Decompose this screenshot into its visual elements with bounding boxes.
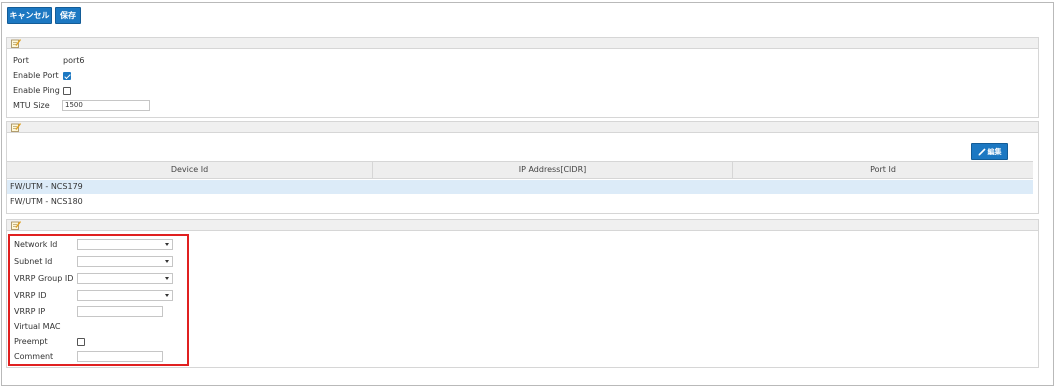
table-row[interactable]: FW/UTM - NCS179 <box>7 180 1033 194</box>
enable-ping-checkbox[interactable] <box>63 87 71 95</box>
vrrp-id-label: VRRP ID <box>14 291 47 300</box>
vrrp-group-id-label: VRRP Group ID <box>14 274 74 283</box>
enable-port-label: Enable Port <box>13 71 59 80</box>
port-settings-panel <box>6 37 1039 118</box>
vrrp-ip-input[interactable] <box>77 306 163 317</box>
enable-ping-label: Enable Ping <box>13 86 60 95</box>
device-id-cell: FW/UTM - NCS179 <box>10 182 83 191</box>
network-id-select[interactable] <box>77 239 173 250</box>
column-header-device-id[interactable]: Device Id <box>7 162 373 178</box>
chevron-down-icon <box>165 277 169 280</box>
pencil-icon <box>977 147 986 156</box>
edit-note-icon <box>11 221 21 230</box>
edit-note-icon <box>11 39 21 48</box>
chevron-down-icon <box>165 294 169 297</box>
comment-label: Comment <box>14 352 54 361</box>
port-value: port6 <box>63 56 85 65</box>
comment-input[interactable] <box>77 351 163 362</box>
preempt-checkbox[interactable] <box>77 338 85 346</box>
edit-note-icon <box>11 123 21 132</box>
vrrp-id-select[interactable] <box>77 290 173 301</box>
chevron-down-icon <box>165 260 169 263</box>
panel-header <box>7 38 1038 49</box>
device-table-header: Device Id IP Address[CIDR] Port Id <box>7 161 1033 179</box>
preempt-label: Preempt <box>14 337 48 346</box>
vrrp-ip-label: VRRP IP <box>14 307 46 316</box>
enable-port-checkbox[interactable] <box>63 72 71 80</box>
column-header-ip-address[interactable]: IP Address[CIDR] <box>373 162 733 178</box>
table-row[interactable]: FW/UTM - NCS180 <box>7 195 1033 209</box>
port-label: Port <box>13 56 29 65</box>
edit-button-label: 編集 <box>987 147 1002 156</box>
save-button[interactable]: 保存 <box>55 7 81 24</box>
vrrp-group-id-select[interactable] <box>77 273 173 284</box>
cancel-button[interactable]: キャンセル <box>7 7 52 24</box>
device-id-cell: FW/UTM - NCS180 <box>10 197 83 206</box>
mtu-size-input[interactable]: 1500 <box>62 100 150 111</box>
panel-header <box>7 220 1038 231</box>
mtu-size-label: MTU Size <box>13 101 50 110</box>
subnet-id-label: Subnet Id <box>14 257 53 266</box>
chevron-down-icon <box>165 243 169 246</box>
panel-header <box>7 122 1038 133</box>
edit-button[interactable]: 編集 <box>971 143 1008 160</box>
network-id-label: Network Id <box>14 240 58 249</box>
subnet-id-select[interactable] <box>77 256 173 267</box>
virtual-mac-label: Virtual MAC <box>14 322 61 331</box>
column-header-port-id[interactable]: Port Id <box>733 162 1033 178</box>
